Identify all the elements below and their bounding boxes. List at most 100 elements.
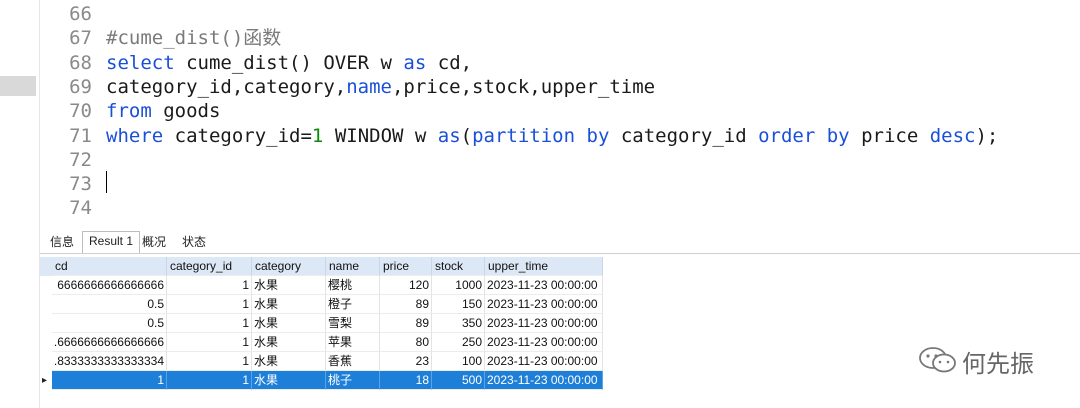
table-cell[interactable]: 2023-11-23 00:00:00 bbox=[485, 276, 603, 295]
table-cell[interactable]: 樱桃 bbox=[326, 276, 380, 295]
line-number: 74 bbox=[69, 197, 92, 220]
table-cell[interactable]: 0.5 bbox=[52, 295, 167, 314]
table-cell[interactable]: 水果 bbox=[252, 295, 326, 314]
table-cell[interactable]: 18 bbox=[380, 371, 432, 390]
table-cell[interactable]: 2023-11-23 00:00:00 bbox=[485, 333, 603, 352]
line-number: 69 bbox=[69, 75, 92, 98]
tab-result-1[interactable]: Result 1 bbox=[82, 231, 141, 253]
code-text: where category_id=1 WINDOW w as(partitio… bbox=[106, 124, 998, 148]
column-header-upper-time[interactable]: upper_time bbox=[485, 257, 603, 276]
table-cell[interactable]: 水果 bbox=[252, 314, 326, 333]
table-cell[interactable]: 6666666666666666 bbox=[52, 276, 167, 295]
table-cell[interactable]: 2023-11-23 00:00:00 bbox=[485, 295, 603, 314]
table-row[interactable]: 0.5 1 水果 雪梨 89 350 2023-11-23 00:00:00 bbox=[40, 314, 603, 333]
column-header-category-id[interactable]: category_id bbox=[167, 257, 252, 276]
result-tabs: 信息 Result 1 概况 状态 bbox=[40, 231, 1080, 254]
table-cell[interactable]: .6666666666666666 bbox=[52, 333, 167, 352]
code-text: #cume_dist()函数 bbox=[106, 26, 281, 50]
grid-body: 6666666666666666 1 水果 樱桃 120 1000 2023-11-23 0… bbox=[40, 276, 603, 390]
table-cell[interactable]: 350 bbox=[432, 314, 485, 333]
table-cell[interactable]: 1 bbox=[167, 352, 252, 371]
table-cell[interactable]: 橙子 bbox=[326, 295, 380, 314]
table-cell[interactable]: 80 bbox=[380, 333, 432, 352]
table-cell[interactable]: 120 bbox=[380, 276, 432, 295]
sql-token: cd, bbox=[426, 51, 473, 74]
line-number: 73 bbox=[69, 173, 92, 196]
text-cursor bbox=[106, 171, 107, 193]
sql-keyword: as bbox=[403, 51, 427, 74]
line-number: 66 bbox=[69, 3, 92, 25]
table-row[interactable]: .6666666666666666 1 水果 苹果 80 250 2023-11-23 00… bbox=[40, 333, 603, 352]
table-cell[interactable]: 苹果 bbox=[326, 333, 380, 352]
table-row[interactable]: ▸ 1 1 水果 桃子 18 500 2023-11-23 00:00:00 bbox=[40, 371, 603, 390]
sql-keyword: order by bbox=[758, 124, 850, 147]
line-number: 67 bbox=[69, 27, 92, 50]
sql-keyword: partition by bbox=[472, 124, 610, 147]
sql-comment: #cume_dist()函数 bbox=[106, 27, 282, 50]
line-number: 68 bbox=[69, 51, 92, 74]
table-cell[interactable]: 100 bbox=[432, 352, 485, 371]
sql-keyword: select bbox=[106, 51, 175, 74]
sql-keyword: desc bbox=[929, 124, 976, 147]
sql-token: ,price,stock,upper_time bbox=[391, 75, 656, 98]
sql-keyword: where bbox=[106, 124, 164, 147]
table-cell[interactable]: 1000 bbox=[432, 276, 485, 295]
column-header-cd[interactable]: cd bbox=[52, 257, 167, 276]
sql-keyword: from bbox=[106, 100, 152, 123]
table-cell[interactable]: 1 bbox=[167, 295, 252, 314]
sql-token: category_id,category, bbox=[106, 75, 347, 98]
sql-token: ( bbox=[460, 124, 473, 147]
table-cell[interactable]: 1 bbox=[167, 314, 252, 333]
table-cell[interactable]: 1 bbox=[167, 371, 252, 390]
table-cell[interactable]: .8333333333333334 bbox=[52, 352, 167, 371]
sql-number: 1 bbox=[311, 124, 324, 147]
table-cell[interactable]: 500 bbox=[432, 371, 485, 390]
grid-header: cd category_id category name price stock… bbox=[40, 257, 603, 276]
line-number: 70 bbox=[69, 100, 92, 123]
tab-profile[interactable]: 概况 bbox=[136, 233, 172, 252]
watermark-text: 何先振 bbox=[962, 350, 1034, 378]
table-cell[interactable]: 89 bbox=[380, 314, 432, 333]
table-cell[interactable]: 2023-11-23 00:00:00 bbox=[485, 314, 603, 333]
sql-keyword: as bbox=[437, 124, 461, 147]
current-row-marker: ▸ bbox=[42, 375, 48, 386]
table-row[interactable]: 0.5 1 水果 橙子 89 150 2023-11-23 00:00:00 bbox=[40, 295, 603, 314]
tab-status[interactable]: 状态 bbox=[176, 233, 212, 252]
column-header-price[interactable]: price bbox=[380, 257, 432, 276]
table-row[interactable]: 6666666666666666 1 水果 樱桃 120 1000 2023-11-23 0… bbox=[40, 276, 603, 295]
column-header-stock[interactable]: stock bbox=[432, 257, 485, 276]
table-cell[interactable]: 水果 bbox=[252, 333, 326, 352]
sql-token: cume_dist() OVER w bbox=[174, 51, 404, 74]
table-cell[interactable]: 89 bbox=[380, 295, 432, 314]
tab-info[interactable]: 信息 bbox=[44, 233, 80, 252]
table-cell[interactable]: 雪梨 bbox=[326, 314, 380, 333]
gutter-marker bbox=[0, 76, 36, 96]
code-text: select cume_dist() OVER w as cd, bbox=[106, 51, 472, 75]
table-cell[interactable]: 2023-11-23 00:00:00 bbox=[485, 352, 603, 371]
table-cell[interactable]: 水果 bbox=[252, 352, 326, 371]
code-text: category_id,category,name,price,stock,up… bbox=[106, 75, 655, 99]
table-cell[interactable]: 2023-11-23 00:00:00 bbox=[485, 371, 603, 390]
table-cell[interactable]: 1 bbox=[167, 333, 252, 352]
column-header-category[interactable]: category bbox=[252, 257, 326, 276]
sql-token: WINDOW w bbox=[323, 124, 438, 147]
table-cell[interactable]: 水果 bbox=[252, 371, 326, 390]
table-cell[interactable]: 23 bbox=[380, 352, 432, 371]
table-cell[interactable]: 桃子 bbox=[326, 371, 380, 390]
table-cell[interactable]: 1 bbox=[52, 371, 167, 390]
table-cell[interactable]: 香蕉 bbox=[326, 352, 380, 371]
sql-token: ); bbox=[975, 124, 999, 147]
table-cell[interactable]: 水果 bbox=[252, 276, 326, 295]
sql-editor[interactable]: 66 67 #cume_dist()函数 68 select cume_dist() O… bbox=[0, 0, 1080, 228]
sql-keyword: name bbox=[346, 75, 392, 98]
sql-token: price bbox=[849, 124, 930, 147]
column-header-name[interactable]: name bbox=[326, 257, 380, 276]
table-cell[interactable]: 0.5 bbox=[52, 314, 167, 333]
table-cell[interactable]: 150 bbox=[432, 295, 485, 314]
table-cell[interactable]: 250 bbox=[432, 333, 485, 352]
table-row[interactable]: .8333333333333334 1 水果 香蕉 23 100 2023-11-23 00… bbox=[40, 352, 603, 371]
table-cell[interactable]: 1 bbox=[167, 276, 252, 295]
wechat-icon bbox=[919, 347, 956, 373]
sql-token: category_id bbox=[609, 124, 759, 147]
result-grid[interactable]: cd category_id category name price stock… bbox=[40, 257, 603, 390]
